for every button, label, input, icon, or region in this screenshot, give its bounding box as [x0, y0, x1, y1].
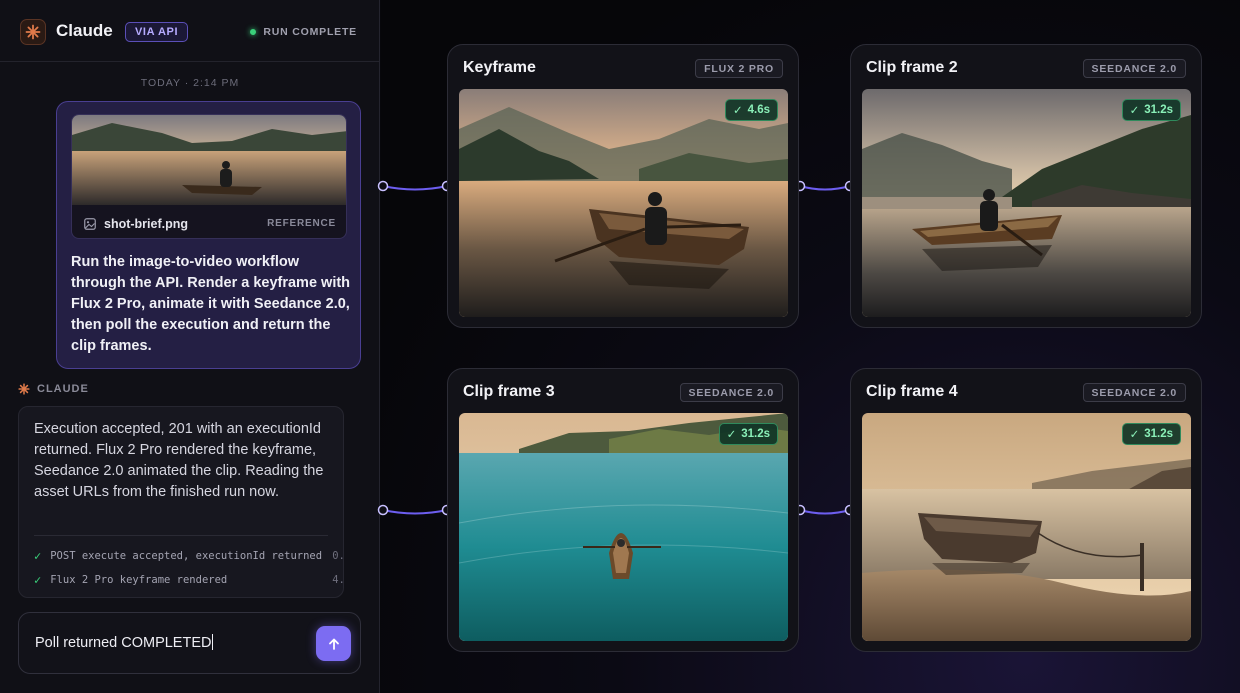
duration-value: 31.2s	[1144, 104, 1173, 116]
model-badge: SEEDANCE 2.0	[1082, 59, 1186, 78]
arrow-up-icon	[328, 638, 339, 650]
composer-input[interactable]: Poll returned COMPLETED	[35, 634, 214, 651]
chat-panel: Claude VIA API RUN COMPLETE TODAY · 2:14…	[0, 0, 380, 693]
assistant-name: CLAUDE	[37, 383, 89, 395]
clip-frame-image[interactable]: ✓ 31.2s	[862, 413, 1191, 641]
model-badge: FLUX 2 PRO	[695, 59, 783, 78]
log-time: 0.4s	[332, 550, 344, 562]
run-status-label: RUN COMPLETE	[263, 26, 357, 38]
run-status: RUN COMPLETE	[250, 26, 357, 38]
clip-frame-image[interactable]: ✓ 31.2s	[459, 413, 788, 641]
composer-value: Poll returned COMPLETED	[35, 635, 212, 651]
status-dot-icon	[250, 29, 257, 35]
chat-timestamp: TODAY · 2:14 PM	[140, 77, 240, 89]
check-icon: ✓	[34, 549, 42, 563]
app-title: Claude	[56, 21, 113, 40]
attachment-file-name: shot-brief.png	[104, 216, 189, 231]
attachment-thumbnail	[72, 115, 346, 205]
node-clip-frame-3[interactable]: Clip frame 3 SEEDANCE 2.0 ✓ 31.2s	[447, 368, 799, 652]
claude-spark-icon	[18, 383, 30, 395]
check-icon: ✓	[732, 105, 743, 117]
attachment-info: shot-brief.png REFERENCE	[72, 207, 346, 238]
log-time: 4.6s	[332, 574, 344, 586]
log-row: ✓ POST execute accepted, executionId ret…	[34, 548, 344, 564]
keyframe-image[interactable]: ✓ 4.6s	[459, 89, 788, 317]
node-title: Clip frame 2	[866, 59, 958, 76]
assistant-message: Execution accepted, 201 with an executio…	[18, 406, 344, 598]
via-api-badge: VIA API	[125, 22, 189, 42]
duration-chip: ✓ 31.2s	[1121, 423, 1181, 445]
node-clip-frame-4[interactable]: Clip frame 4 SEEDANCE 2.0 ✓ 31.2s	[850, 368, 1202, 652]
user-message-text: Run the image-to-video workflow through …	[71, 254, 351, 354]
image-file-icon	[84, 217, 96, 230]
duration-chip: ✓ 31.2s	[718, 423, 778, 445]
clip-frame-image[interactable]: ✓ 31.2s	[862, 89, 1191, 317]
text-caret	[212, 634, 214, 650]
log-text: Flux 2 Pro keyframe rendered	[50, 574, 228, 586]
chat-header: Claude VIA API RUN COMPLETE	[0, 0, 379, 62]
model-badge: SEEDANCE 2.0	[1082, 383, 1186, 402]
check-icon: ✓	[1129, 429, 1140, 441]
user-message: shot-brief.png REFERENCE Run the image-t…	[56, 101, 361, 369]
log-divider	[34, 535, 328, 536]
check-icon: ✓	[34, 573, 42, 587]
attachment-card[interactable]: shot-brief.png REFERENCE	[71, 114, 347, 239]
assistant-message-text: Execution accepted, 201 with an executio…	[34, 421, 324, 500]
check-icon: ✓	[726, 429, 737, 441]
send-button[interactable]	[316, 626, 351, 661]
node-title: Clip frame 3	[463, 383, 555, 400]
duration-chip: ✓ 4.6s	[724, 99, 778, 121]
attachment-tag: REFERENCE	[267, 218, 336, 229]
claude-logo-icon	[20, 19, 46, 45]
duration-chip: ✓ 31.2s	[1121, 99, 1181, 121]
log-text: POST execute accepted, executionId retur…	[50, 550, 323, 562]
log-row: ✓ Flux 2 Pro keyframe rendered 4.6s	[34, 572, 344, 588]
model-badge: SEEDANCE 2.0	[679, 383, 783, 402]
duration-value: 4.6s	[747, 104, 770, 116]
node-title: Clip frame 4	[866, 383, 958, 400]
duration-value: 31.2s	[1144, 428, 1173, 440]
node-keyframe[interactable]: Keyframe FLUX 2 PRO ✓ 4.6s	[447, 44, 799, 328]
assistant-label: CLAUDE	[18, 383, 89, 395]
node-clip-frame-2[interactable]: Clip frame 2 SEEDANCE 2.0 ✓ 31.2s	[850, 44, 1202, 328]
check-icon: ✓	[1129, 105, 1140, 117]
node-title: Keyframe	[463, 59, 536, 76]
duration-value: 31.2s	[741, 428, 770, 440]
message-composer[interactable]: Poll returned COMPLETED	[18, 612, 361, 674]
